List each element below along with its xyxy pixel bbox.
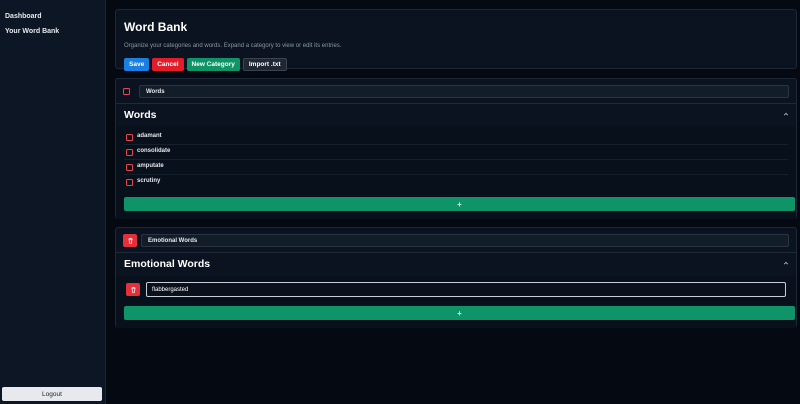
divider <box>116 103 796 104</box>
trash-icon <box>130 287 136 293</box>
save-button[interactable]: Save <box>124 58 150 71</box>
category-name-input[interactable]: Words <box>139 85 789 98</box>
word-row: adamant <box>124 130 788 145</box>
category-select-checkbox[interactable] <box>123 88 130 95</box>
category-card: Emotional Words Emotional Words flabberg… <box>115 227 797 328</box>
category-name-input[interactable]: Emotional Words <box>141 234 789 247</box>
add-word-button[interactable]: + <box>124 306 795 320</box>
word-label: consolidate <box>137 148 171 154</box>
word-select-checkbox[interactable] <box>126 179 133 186</box>
import-txt-button[interactable]: Import .txt <box>242 58 287 71</box>
new-category-button[interactable]: New Category <box>186 58 240 71</box>
main-content: Word Bank Organize your categories and w… <box>106 0 800 404</box>
word-input[interactable]: flabbergasted <box>146 282 786 297</box>
word-select-checkbox[interactable] <box>126 134 133 141</box>
word-row: amputate <box>124 160 788 175</box>
add-word-button[interactable]: + <box>124 197 795 211</box>
word-select-checkbox[interactable] <box>126 149 133 156</box>
word-row: consolidate <box>124 145 788 160</box>
delete-word-button[interactable] <box>126 283 140 296</box>
chevron-up-icon[interactable] <box>783 260 789 266</box>
word-label: amputate <box>137 163 164 169</box>
toolbar: Save Cancel New Category Import .txt <box>124 58 287 71</box>
category-title: Words <box>124 109 157 121</box>
page-subtitle: Organize your categories and words. Expa… <box>124 43 342 49</box>
divider <box>116 252 796 253</box>
word-list: adamant consolidate amputate scrutiny + <box>116 126 796 219</box>
logout-button[interactable]: Logout <box>2 387 102 401</box>
page-title: Word Bank <box>124 20 188 34</box>
sidebar-item-dashboard[interactable]: Dashboard <box>0 12 47 22</box>
header-card: Word Bank Organize your categories and w… <box>115 9 797 71</box>
delete-category-button[interactable] <box>123 234 137 247</box>
word-label: scrutiny <box>137 178 161 184</box>
word-row: scrutiny <box>124 175 788 190</box>
word-select-checkbox[interactable] <box>126 164 133 171</box>
sidebar-item-word-bank[interactable]: Your Word Bank <box>0 27 64 37</box>
cancel-button[interactable]: Cancel <box>152 58 184 71</box>
category-card: Words Words adamant consolidate amputate <box>115 78 797 219</box>
word-list: flabbergasted + <box>116 276 796 328</box>
chevron-up-icon[interactable] <box>783 111 789 117</box>
category-title: Emotional Words <box>124 258 211 270</box>
sidebar: Dashboard Your Word Bank Logout <box>0 0 106 404</box>
trash-icon <box>127 238 133 244</box>
app: Dashboard Your Word Bank Logout Word Ban… <box>0 0 800 404</box>
word-label: adamant <box>137 133 162 139</box>
